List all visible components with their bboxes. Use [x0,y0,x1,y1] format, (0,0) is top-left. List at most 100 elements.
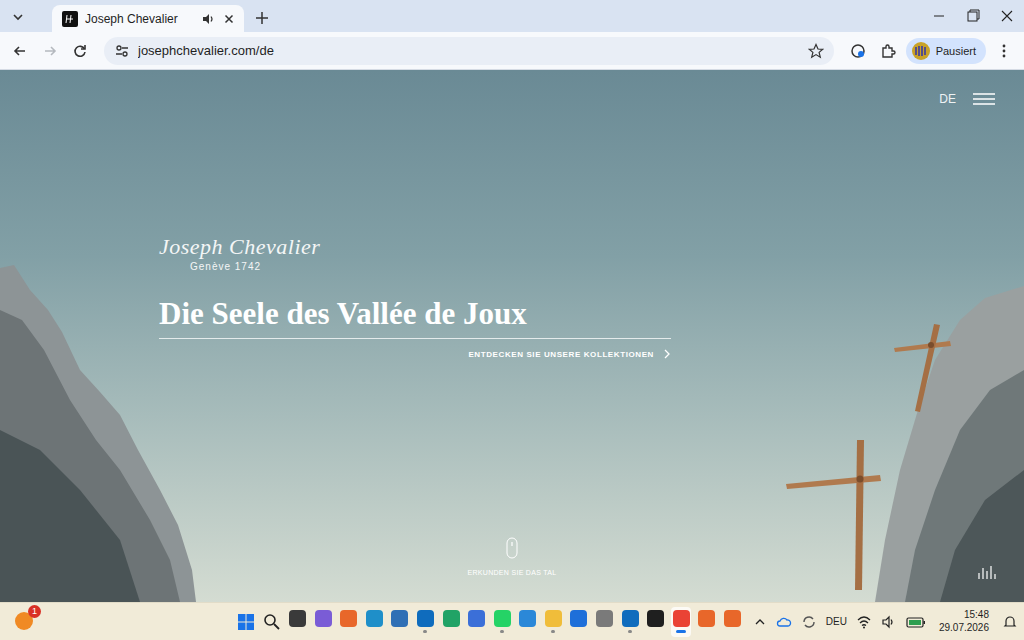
taskbar-app[interactable] [364,607,384,637]
sound-bars-icon[interactable] [977,564,997,580]
taskbar-app[interactable] [313,607,333,637]
taskbar-app[interactable] [620,607,640,637]
menu-dots-icon [996,43,1012,59]
battery-icon[interactable] [906,615,926,629]
taskbar-app[interactable] [543,607,563,637]
running-indicator [551,630,555,633]
profile-label: Pausiert [936,45,976,57]
running-indicator [628,630,632,633]
mouse-icon [506,537,518,559]
collections-link-text[interactable]: ENTDECKEN SIE UNSERE KOLLEKTIONEN [468,350,654,359]
running-indicator [500,630,504,633]
url-text[interactable]: josephchevalier.com/de [138,43,800,58]
app-icon [673,610,690,627]
site-header: DE [0,70,1024,106]
taskbar-app[interactable] [569,607,589,637]
app-icon [570,610,587,627]
widgets-button[interactable]: 1 [14,611,36,633]
brand-logo[interactable]: Joseph Chevalier [159,234,320,260]
extension-privacy-button[interactable] [846,39,870,63]
reload-icon [72,43,88,59]
browser-toolbar: josephchevalier.com/de Pausiert [0,32,1024,70]
app-icon [647,610,664,627]
extension-privacy-icon [850,43,866,59]
clock-date: 29.07.2026 [939,622,989,635]
wifi-icon[interactable] [856,614,872,630]
app-icon [340,610,357,627]
taskbar-app[interactable] [287,607,307,637]
search-icon[interactable] [262,612,282,632]
taskbar-app[interactable] [595,607,615,637]
collections-link[interactable]: ENTDECKEN SIE UNSERE KOLLEKTIONEN [468,349,671,359]
close-icon[interactable] [222,12,236,26]
back-arrow-button[interactable] [8,39,32,63]
input-language[interactable]: DEU [826,616,847,627]
clock[interactable]: 15:4829.07.2026 [935,609,993,634]
taskbar-app[interactable] [467,607,487,637]
language-switch[interactable]: DE [939,92,956,106]
address-bar[interactable]: josephchevalier.com/de [104,37,834,65]
tray-chevron-icon[interactable] [753,615,767,629]
taskbar-app[interactable] [339,607,359,637]
app-icon [519,610,536,627]
browser-tab[interactable]: Joseph Chevalier [52,5,244,32]
minimize-icon[interactable] [922,0,956,32]
system-tray: DEU 15:4829.07.2026 [753,609,1018,634]
headline-block: Die Seele des Vallée de JouxENTDECKEN SI… [159,296,671,359]
close-window-icon[interactable] [990,0,1024,32]
plus-icon[interactable] [248,6,276,30]
hero-content: Joseph ChevalierGenève 1742 Die Seele des… [0,106,1024,359]
taskbar-app[interactable] [390,607,410,637]
scroll-hint[interactable]: ERKUNDEN SIE DAS TAL [0,537,1024,576]
restore-icon[interactable] [956,0,990,32]
app-icon [366,610,383,627]
favicon-icon [62,11,78,27]
taskbar-apps [46,607,742,637]
app-icon [468,610,485,627]
taskbar-app[interactable] [492,607,512,637]
tab-title: Joseph Chevalier [85,12,194,26]
site-settings-icon[interactable] [114,43,130,59]
window-controls [922,0,1024,32]
menu-dots-button[interactable] [992,39,1016,63]
hamburger-menu-icon[interactable] [972,92,996,106]
app-icon [545,610,562,627]
speaker-icon[interactable] [201,12,215,26]
scroll-hint-text: ERKUNDEN SIE DAS TAL [468,569,557,576]
brand-subtitle: Genève 1742 [190,261,261,272]
running-indicator [423,630,427,633]
title-bar: Joseph Chevalier [0,0,1024,32]
chevron-right-icon [663,349,671,359]
running-indicator [676,630,686,633]
cloud-sync-icon[interactable] [776,614,792,630]
taskbar-app[interactable] [518,607,538,637]
back-arrow-icon [12,43,28,59]
reload-button[interactable] [68,39,92,63]
taskbar-app[interactable] [697,607,717,637]
app-icon [315,610,332,627]
bookmark-star-icon[interactable] [808,43,824,59]
sync-icon[interactable] [801,614,817,630]
hero-section: DE Joseph ChevalierGenève 1742 Die Seele d… [0,70,1024,602]
taskbar-app[interactable] [723,607,743,637]
app-icon [622,610,639,627]
taskbar-app[interactable] [441,607,461,637]
windows-start-icon[interactable] [236,612,256,632]
tab-search-button[interactable] [6,5,30,29]
profile-button[interactable]: Pausiert [906,38,986,64]
volume-icon[interactable] [881,614,897,630]
taskbar-app[interactable] [415,607,435,637]
forward-arrow-icon [42,43,58,59]
app-icon [596,610,613,627]
app-icon [443,610,460,627]
app-icon [391,610,408,627]
notification-bell-icon[interactable] [1002,614,1018,630]
extensions-puzzle-button[interactable] [876,39,900,63]
taskbar-app[interactable] [646,607,666,637]
app-icon [289,610,306,627]
mountains-icon [0,70,1024,602]
taskbar-app[interactable] [671,607,691,637]
forward-arrow-button[interactable] [38,39,62,63]
taskbar: 1 DEU 15:4829.07.2026 [0,602,1024,640]
avatar-icon [912,42,930,60]
